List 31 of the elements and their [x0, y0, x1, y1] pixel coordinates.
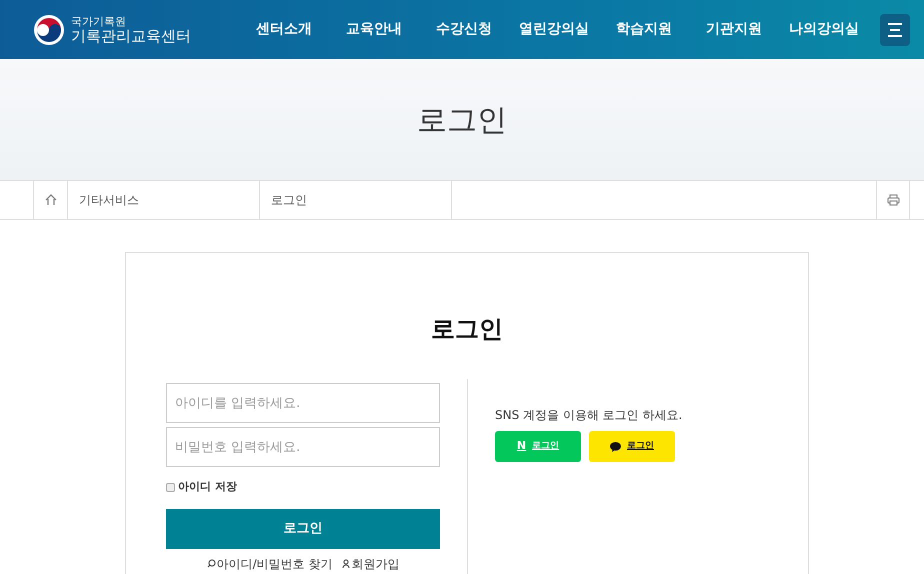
nav-link[interactable]: 열린강의실 — [509, 19, 599, 40]
remember-label: 아이디 저장 — [178, 479, 237, 495]
nav-link[interactable]: 학습지원 — [599, 19, 689, 40]
logo-title: 기록관리교육센터 — [71, 28, 191, 44]
logo-subtitle: 국가기록원 — [71, 16, 127, 26]
search-icon — [206, 559, 216, 568]
home-icon — [44, 194, 56, 206]
sns-instruction: SNS 계정을 이용해 로그인 하세요. — [495, 407, 682, 424]
password-input-field[interactable]: 비밀번호 입력하세요. — [166, 427, 440, 467]
nav-link[interactable]: 수강신청 — [419, 19, 509, 40]
n-letter-icon: N — [516, 438, 526, 455]
breadcrumb-item[interactable]: 기타서비스 — [68, 181, 260, 219]
nav-link[interactable]: 교육안내 — [329, 19, 419, 40]
sign-up-link[interactable]: 회원가입 — [342, 554, 400, 572]
find-account-link[interactable]: 아이디/비밀번호 찾기 — [206, 554, 332, 572]
nav-link[interactable]: 기관지원 — [689, 19, 779, 40]
id-input-field[interactable]: 아이디를 입력하세요. — [166, 383, 440, 423]
login-title: 로그인 — [431, 314, 503, 345]
print-button[interactable] — [876, 181, 910, 219]
emblem-icon — [33, 14, 65, 46]
kakao-login-button[interactable]: 로그인 — [589, 431, 675, 462]
page-title: 로그인 — [417, 102, 507, 140]
nav-link[interactable]: 센터소개 — [239, 19, 329, 40]
login-button[interactable]: 로그인 — [166, 508, 440, 548]
speech-bubble-icon — [610, 442, 621, 452]
print-icon — [886, 194, 900, 206]
remember-checkbox[interactable] — [166, 482, 175, 492]
person-icon — [342, 559, 350, 568]
menu-button[interactable] — [880, 14, 910, 46]
breadcrumb-item[interactable]: 로그인 — [260, 181, 452, 219]
nav-link[interactable]: 나의강의실 — [779, 19, 869, 40]
